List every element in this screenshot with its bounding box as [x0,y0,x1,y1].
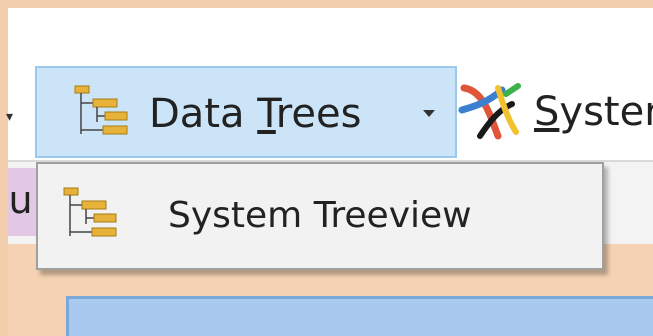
tree-hierarchy-icon [74,85,128,135]
data-trees-dropdown-menu: System Treeview [36,162,604,270]
data-trees-button[interactable]: Data Trees [35,66,457,158]
tree-hierarchy-icon [63,187,117,237]
systems-icon[interactable] [458,80,522,144]
window-frame-top [0,0,653,8]
previous-dropdown-caret-icon[interactable]: ▾ [6,110,14,124]
menu-item-label: System Treeview [168,195,472,236]
menu-item-system-treeview[interactable]: System Treeview [40,168,600,264]
data-trees-label: Data Trees [149,91,362,137]
partial-tab-label: lu [8,178,33,222]
systems-label[interactable]: Syster [534,86,653,138]
workspace-panel [66,296,653,336]
window-frame-left [0,0,8,336]
chevron-down-icon[interactable] [423,110,435,117]
